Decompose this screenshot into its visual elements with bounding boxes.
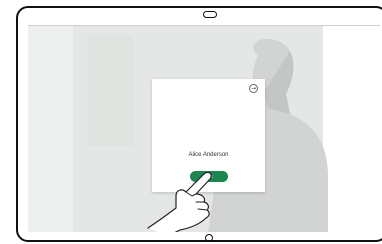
touch-device-frame: → Alice Anderson zmc: [16, 6, 382, 242]
share-icon[interactable]: →: [249, 84, 258, 93]
contact-name: Alice Anderson: [188, 152, 229, 158]
home-button-icon[interactable]: [205, 234, 213, 242]
device-screen: → Alice Anderson zmc: [28, 25, 380, 232]
camera-icon: [203, 11, 217, 18]
hand-tap-icon: [147, 171, 212, 232]
